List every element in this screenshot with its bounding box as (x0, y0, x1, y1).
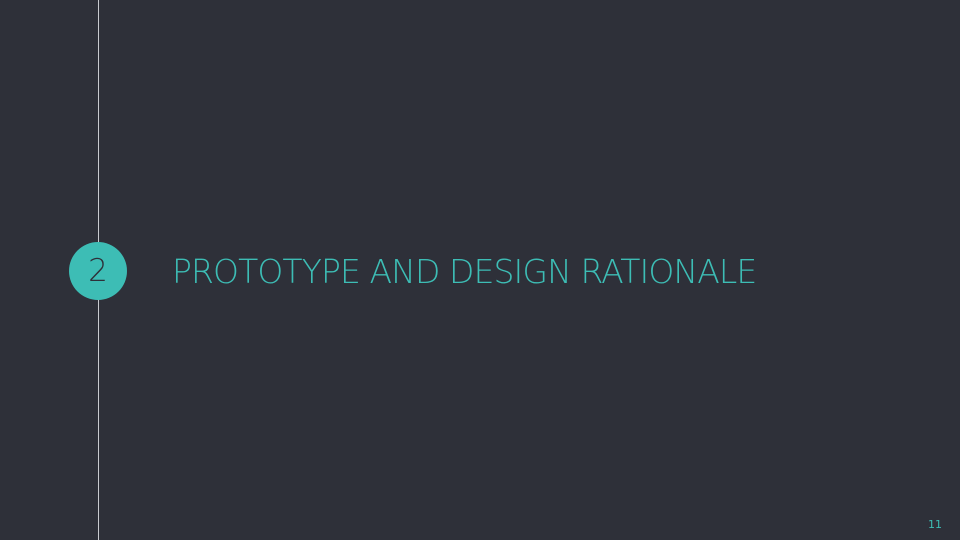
section-title: PROTOTYPE AND DESIGN RATIONALE (172, 252, 757, 291)
section-number-badge: 2 (69, 242, 127, 300)
page-number: 11 (928, 518, 942, 531)
slide: 2 PROTOTYPE AND DESIGN RATIONALE 11 (0, 0, 960, 540)
section-number: 2 (88, 252, 108, 289)
